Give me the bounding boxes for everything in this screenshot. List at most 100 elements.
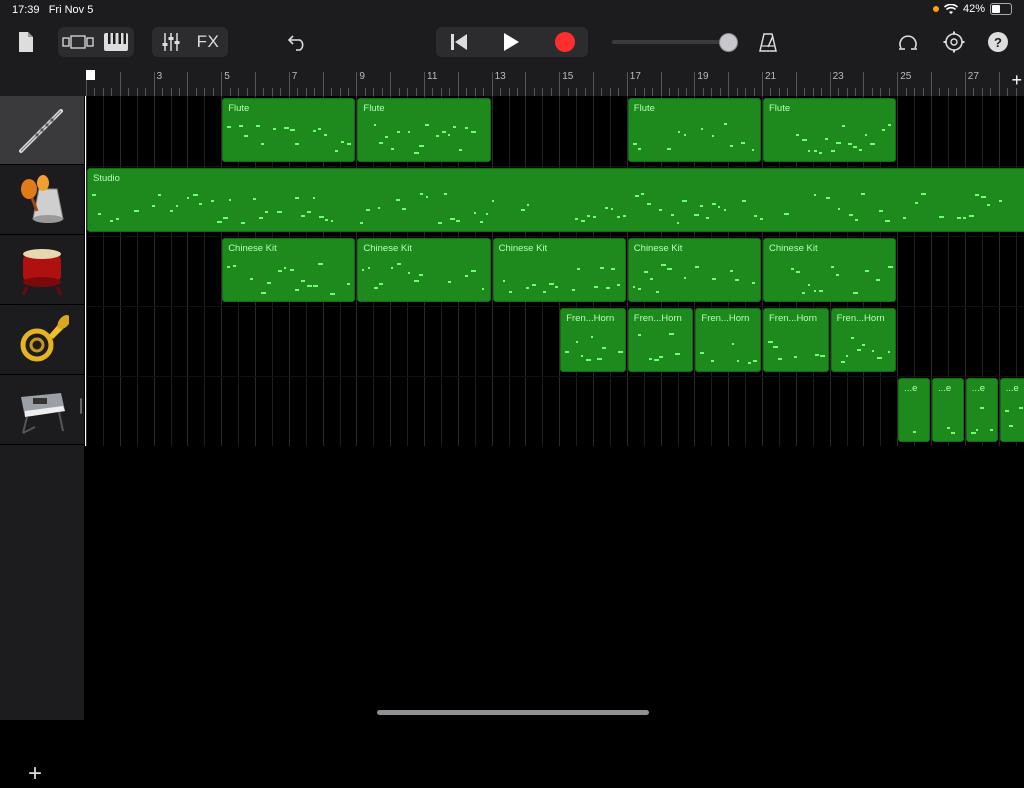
ruler-beat-tick xyxy=(94,88,95,96)
record-icon xyxy=(555,32,575,52)
play-icon xyxy=(503,33,519,51)
region-chinese-kit[interactable]: Chinese Kit xyxy=(357,238,490,302)
region-flute[interactable]: Flute xyxy=(222,98,355,162)
region-fren-horn[interactable]: Fren...Horn xyxy=(763,308,829,372)
track-header-chinese-drum[interactable] xyxy=(0,236,84,305)
midi-note xyxy=(861,193,865,195)
midi-note xyxy=(374,124,376,126)
ruler-beat-tick xyxy=(534,88,535,96)
midi-note xyxy=(633,143,637,145)
midi-note xyxy=(575,218,578,220)
midi-note xyxy=(836,142,841,144)
midi-note xyxy=(253,198,256,200)
sidebar-resize-handle[interactable] xyxy=(80,398,82,414)
ruler-beat-tick xyxy=(686,88,687,96)
fx-button[interactable]: FX xyxy=(190,22,226,62)
midi-note xyxy=(753,360,757,362)
region-fren-horn[interactable]: Fren...Horn xyxy=(831,308,897,372)
region-flute[interactable]: Flute xyxy=(628,98,761,162)
region-studio[interactable]: Studio xyxy=(87,168,1024,232)
midi-note xyxy=(939,216,944,218)
ruler-bar-tick xyxy=(830,72,831,96)
tracks-view-button[interactable] xyxy=(60,22,96,62)
region-e[interactable]: ...e xyxy=(1000,378,1024,442)
track-header-french-horn[interactable] xyxy=(0,306,84,375)
playhead-handle[interactable] xyxy=(86,70,95,80)
ruler-beat-tick xyxy=(939,88,940,96)
playhead[interactable] xyxy=(85,96,86,446)
metronome-button[interactable] xyxy=(754,22,782,62)
settings-button[interactable] xyxy=(940,22,968,62)
midi-note xyxy=(980,407,984,409)
midi-note xyxy=(641,193,644,195)
region-label: Flute xyxy=(363,103,384,114)
region-chinese-kit[interactable]: Chinese Kit xyxy=(628,238,761,302)
instrument-view-button[interactable] xyxy=(100,22,132,62)
ruler-beat-tick xyxy=(297,88,298,96)
region-flute[interactable]: Flute xyxy=(763,98,896,162)
track-header-percussion[interactable] xyxy=(0,166,84,235)
region-e[interactable]: ...e xyxy=(966,378,998,442)
help-button[interactable]: ? xyxy=(984,22,1012,62)
midi-note xyxy=(825,138,828,140)
go-to-beginning-button[interactable] xyxy=(442,22,476,62)
tracks-area[interactable]: FluteFluteFluteFluteStudioChinese KitChi… xyxy=(84,96,1024,446)
volume-track xyxy=(612,40,728,44)
midi-note xyxy=(618,351,623,353)
region-chinese-kit[interactable]: Chinese Kit xyxy=(763,238,896,302)
ruler-number: 5 xyxy=(224,71,230,82)
midi-note xyxy=(402,208,406,210)
region-e[interactable]: ...e xyxy=(898,378,930,442)
ruler-beat-tick xyxy=(804,88,805,96)
midi-note xyxy=(773,346,778,348)
volume-knob[interactable] xyxy=(719,33,738,52)
region-fren-horn[interactable]: Fren...Horn xyxy=(695,308,761,372)
midi-note xyxy=(486,213,488,215)
grid-line xyxy=(137,96,138,446)
my-songs-button[interactable] xyxy=(12,22,40,62)
region-fren-horn[interactable]: Fren...Horn xyxy=(560,308,626,372)
add-section-button[interactable]: + xyxy=(1011,70,1022,91)
midi-note xyxy=(438,222,442,224)
midi-note xyxy=(379,283,383,285)
record-button[interactable] xyxy=(548,22,582,62)
midi-note xyxy=(244,135,248,137)
track-header-flute[interactable] xyxy=(0,96,84,165)
midi-note xyxy=(360,222,363,224)
ruler-beat-tick xyxy=(1007,88,1008,96)
french-horn-icon xyxy=(15,313,69,367)
midi-note xyxy=(284,267,286,269)
keyboard-icon xyxy=(104,33,128,51)
midi-note xyxy=(678,131,680,133)
region-chinese-kit[interactable]: Chinese Kit xyxy=(222,238,355,302)
ruler-beat-tick xyxy=(483,88,484,96)
midi-note xyxy=(600,267,604,269)
midi-note xyxy=(436,135,439,137)
home-indicator[interactable] xyxy=(377,710,649,715)
midi-note xyxy=(649,358,652,360)
add-track-button[interactable]: + xyxy=(28,760,42,788)
loop-browser-button[interactable] xyxy=(894,22,922,62)
region-e[interactable]: ...e xyxy=(932,378,964,442)
ruler-bar-tick xyxy=(931,72,932,96)
mixer-button[interactable] xyxy=(154,22,188,62)
region-label: ...e xyxy=(972,383,985,394)
track-header-keyboard[interactable] xyxy=(0,376,84,445)
region-chinese-kit[interactable]: Chinese Kit xyxy=(493,238,626,302)
midi-note xyxy=(752,282,755,284)
midi-note xyxy=(851,337,854,339)
undo-button[interactable] xyxy=(284,22,312,62)
timeline-ruler[interactable]: 13579111315171921232527 xyxy=(84,62,1024,96)
ruler-beat-tick xyxy=(551,88,552,96)
play-button[interactable] xyxy=(494,22,528,62)
region-fren-horn[interactable]: Fren...Horn xyxy=(628,308,694,372)
master-volume-slider[interactable] xyxy=(612,38,732,46)
midi-note xyxy=(465,127,468,129)
midi-note xyxy=(913,431,916,433)
midi-note xyxy=(915,202,918,204)
ruler-beat-tick xyxy=(982,88,983,96)
region-label: Flute xyxy=(228,103,249,114)
ruler-beat-tick xyxy=(745,88,746,96)
region-flute[interactable]: Flute xyxy=(357,98,490,162)
ruler-beat-tick xyxy=(720,88,721,96)
